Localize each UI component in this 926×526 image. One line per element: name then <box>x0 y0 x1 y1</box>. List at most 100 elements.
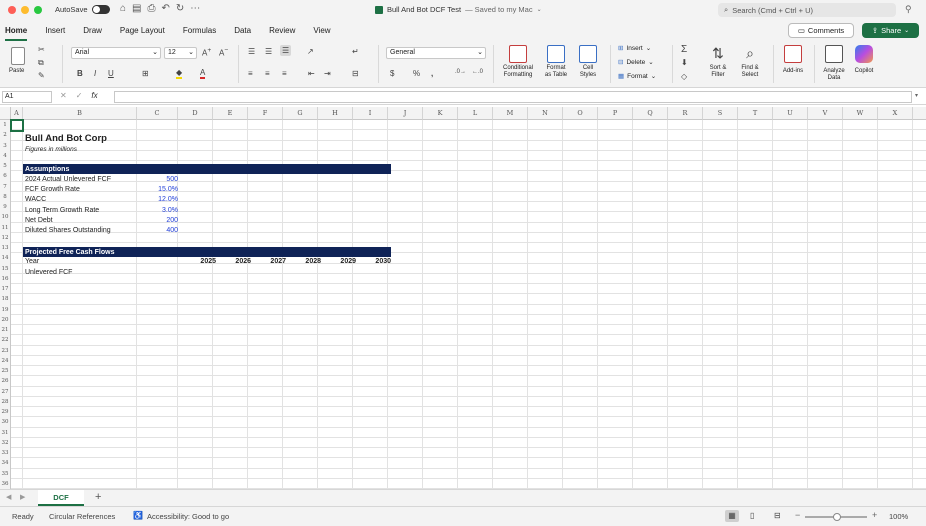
zoom-in-icon[interactable]: + <box>872 510 877 520</box>
zoom-out-icon[interactable]: − <box>795 510 800 520</box>
row-header[interactable]: 10 <box>0 212 11 223</box>
comma-style-icon[interactable]: , <box>431 69 433 78</box>
align-middle-icon[interactable]: ☰ <box>265 47 272 56</box>
align-center-icon[interactable]: ≡ <box>265 69 270 78</box>
assumption-label[interactable]: FCF Growth Rate <box>25 185 80 195</box>
add-sheet-icon[interactable]: + <box>95 491 101 503</box>
tab-draw[interactable]: Draw <box>83 22 102 39</box>
column-header[interactable]: C <box>137 107 178 120</box>
circular-references[interactable]: Circular References <box>49 512 115 521</box>
column-header[interactable]: E <box>213 107 248 120</box>
column-header[interactable]: N <box>528 107 563 120</box>
fill-color-icon[interactable]: ◆ <box>176 68 183 79</box>
row-header[interactable]: 22 <box>0 335 11 346</box>
search-input[interactable]: ⌕ Search (Cmd + Ctrl + U) <box>718 3 896 17</box>
fill-icon[interactable]: ⬇ <box>681 58 688 67</box>
name-box[interactable]: A1 <box>2 91 52 103</box>
row-header[interactable]: 13 <box>0 243 11 254</box>
save-icon[interactable]: ▤ <box>132 3 141 14</box>
align-left-icon[interactable]: ≡ <box>248 69 253 78</box>
column-header[interactable]: M <box>493 107 528 120</box>
zoom-window-button[interactable] <box>34 6 42 14</box>
currency-icon[interactable]: $ <box>390 69 394 78</box>
row-header[interactable]: 18 <box>0 294 11 305</box>
format-as-table-button[interactable]: Format as Table <box>540 45 572 79</box>
document-title[interactable]: Bull And Bot DCF Test — Saved to my Mac … <box>375 5 542 14</box>
company-name[interactable]: Bull And Bot Corp <box>25 133 107 145</box>
column-header[interactable]: P <box>598 107 633 120</box>
autosum-icon[interactable]: Σ <box>681 44 687 55</box>
row-header[interactable]: 7 <box>0 181 11 192</box>
figures-subtitle[interactable]: Figures in millions <box>25 145 77 155</box>
decrease-indent-icon[interactable]: ⇤ <box>308 69 315 78</box>
zoom-slider[interactable] <box>805 513 867 521</box>
zoom-level[interactable]: 100% <box>889 512 908 521</box>
decrease-decimal-icon[interactable]: ←.0 <box>472 69 483 75</box>
row-header[interactable]: 12 <box>0 232 11 243</box>
column-header[interactable]: H <box>318 107 353 120</box>
copy-icon[interactable]: ⧉ <box>38 58 44 68</box>
wrap-text-icon[interactable]: ↵ <box>352 47 359 56</box>
clear-icon[interactable]: ◇ <box>681 72 687 81</box>
cut-icon[interactable]: ✂ <box>38 45 45 54</box>
merge-center-icon[interactable]: ⊟ <box>352 69 359 78</box>
row-header[interactable]: 3 <box>0 140 11 151</box>
row-header[interactable]: 32 <box>0 437 11 448</box>
row-header[interactable]: 29 <box>0 407 11 418</box>
assumption-value[interactable]: 12.0% <box>138 195 178 205</box>
worksheet-grid[interactable]: ABCDEFGHIJKLMNOPQRSTUVWXY123456789101112… <box>0 107 926 489</box>
close-window-button[interactable] <box>8 6 16 14</box>
font-name-select[interactable]: Arial ⌄ <box>71 47 161 59</box>
row-header[interactable]: 23 <box>0 345 11 356</box>
expand-formula-bar-icon[interactable]: ▾ <box>915 92 918 99</box>
row-header[interactable]: 21 <box>0 325 11 336</box>
column-header[interactable]: S <box>703 107 738 120</box>
zoom-slider-thumb[interactable] <box>833 513 841 521</box>
row-header[interactable]: 36 <box>0 478 11 489</box>
tab-page-layout[interactable]: Page Layout <box>120 22 165 39</box>
tab-data[interactable]: Data <box>234 22 251 39</box>
column-header[interactable]: F <box>248 107 283 120</box>
insert-cells-button[interactable]: ⊞ Insert ⌄ <box>618 44 651 53</box>
year-header[interactable]: 2028 <box>285 257 321 267</box>
align-bottom-icon[interactable]: ☰ <box>280 45 292 56</box>
year-header[interactable]: 2029 <box>320 257 356 267</box>
cell-styles-button[interactable]: Cell Styles <box>574 45 602 79</box>
delete-cells-button[interactable]: ⊟ Delete ⌄ <box>618 58 654 67</box>
column-header[interactable]: B <box>23 107 137 120</box>
format-painter-icon[interactable]: ✎ <box>38 71 45 80</box>
row-header[interactable]: 6 <box>0 171 11 182</box>
year-label[interactable]: Year <box>25 257 39 267</box>
align-top-icon[interactable]: ☰ <box>248 47 255 56</box>
column-header[interactable]: D <box>178 107 213 120</box>
assumption-value[interactable]: 3.0% <box>138 206 178 216</box>
year-header[interactable]: 2027 <box>250 257 286 267</box>
bold-icon[interactable]: B <box>77 69 83 78</box>
sort-filter-button[interactable]: ⇅ Sort & Filter <box>704 45 732 79</box>
assumption-label[interactable]: 2024 Actual Unlevered FCF <box>25 175 111 185</box>
autosave-toggle[interactable] <box>91 5 110 14</box>
column-header[interactable]: W <box>843 107 878 120</box>
minimize-window-button[interactable] <box>21 6 29 14</box>
column-header[interactable]: G <box>283 107 318 120</box>
number-format-select[interactable]: General ⌄ <box>386 47 486 59</box>
row-header[interactable]: 5 <box>0 161 11 172</box>
row-header[interactable]: 27 <box>0 386 11 397</box>
column-header[interactable]: K <box>423 107 458 120</box>
print-icon[interactable]: ⎙ <box>148 3 156 14</box>
year-header[interactable]: 2026 <box>215 257 251 267</box>
share-button[interactable]: ⇪ Share ⌄ <box>862 23 919 38</box>
year-header[interactable]: 2030 <box>355 257 391 267</box>
row-header[interactable]: 16 <box>0 273 11 284</box>
borders-icon[interactable]: ⊞ <box>142 69 149 78</box>
connect-icon[interactable]: ⚲ <box>905 4 912 15</box>
more-icon[interactable]: ⋯ <box>190 3 200 14</box>
comments-button[interactable]: ▭ Comments <box>788 23 854 38</box>
increase-font-icon[interactable]: A+ <box>202 47 211 58</box>
row-header[interactable]: 17 <box>0 284 11 295</box>
column-header[interactable]: Y <box>913 107 926 120</box>
previous-sheet-icon[interactable]: ◀ <box>6 493 11 501</box>
row-header[interactable]: 15 <box>0 263 11 274</box>
accessibility-status[interactable]: Accessibility: Good to go <box>147 512 229 521</box>
assumptions-header[interactable]: Assumptions <box>23 164 391 174</box>
